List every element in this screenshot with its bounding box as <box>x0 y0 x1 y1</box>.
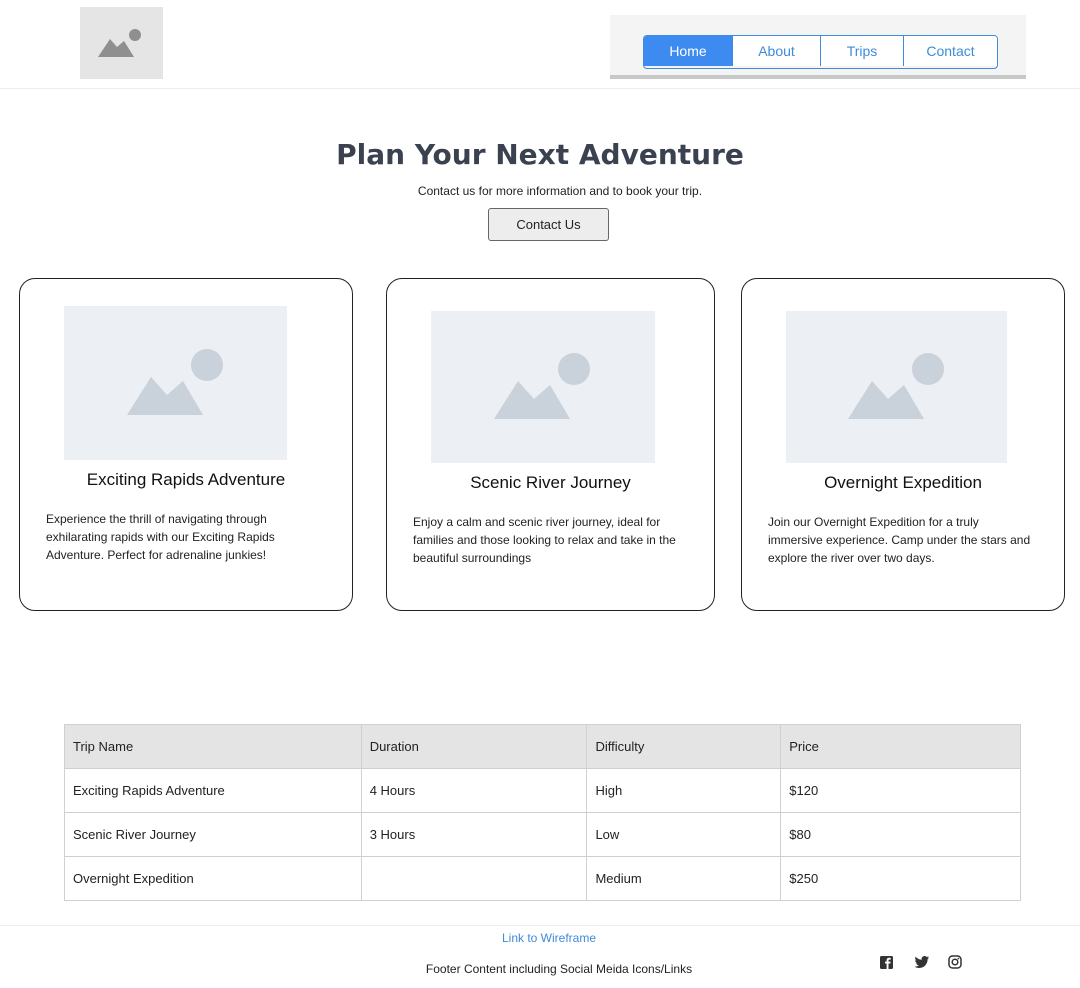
nav-menu: Home About Trips Contact <box>643 35 998 69</box>
table-row: Exciting Rapids Adventure 4 Hours High $… <box>64 768 1021 813</box>
table-cell: $80 <box>780 812 1021 857</box>
nav-trips[interactable]: Trips <box>821 36 904 66</box>
nav-home[interactable]: Home <box>644 36 733 66</box>
image-placeholder-icon <box>98 29 141 57</box>
table-cell: $250 <box>780 856 1021 901</box>
trips-table: Trip Name Duration Difficulty Price Exci… <box>64 724 1021 901</box>
card-image <box>786 311 1007 463</box>
column-header: Difficulty <box>586 724 782 769</box>
table-cell <box>360 856 588 901</box>
nav-contact[interactable]: Contact <box>904 36 997 66</box>
table-cell: Scenic River Journey <box>64 812 362 857</box>
column-header: Price <box>780 724 1021 769</box>
table-cell: Medium <box>586 856 782 901</box>
table-cell: High <box>586 768 782 813</box>
image-placeholder-icon <box>847 353 944 419</box>
card-title: Scenic River Journey <box>470 473 631 492</box>
twitter-icon[interactable] <box>914 954 930 970</box>
trip-card-overnight: Overnight Expedition Join our Overnight … <box>741 278 1065 611</box>
logo[interactable] <box>80 7 163 79</box>
instagram-icon[interactable] <box>947 954 963 970</box>
card-description: Experience the thrill of navigating thro… <box>46 512 275 562</box>
nav-bar: Home About Trips Contact <box>610 15 1026 79</box>
table-cell: Overnight Expedition <box>64 856 362 901</box>
footer: Link to Wireframe Footer Content includi… <box>0 925 1080 988</box>
contact-us-button[interactable]: Contact Us <box>488 208 609 241</box>
facebook-icon[interactable] <box>879 954 895 970</box>
column-header: Duration <box>360 724 588 769</box>
table-cell: $120 <box>780 768 1021 813</box>
image-placeholder-icon <box>126 349 223 415</box>
table-header-row: Trip Name Duration Difficulty Price <box>64 724 1021 769</box>
image-placeholder-icon <box>494 353 590 419</box>
table-row: Overnight Expedition Medium $250 <box>64 856 1021 901</box>
wireframe-link[interactable]: Link to Wireframe <box>0 931 1080 945</box>
card-description: Join our Overnight Expedition for a trul… <box>768 515 1031 565</box>
column-header: Trip Name <box>64 724 362 769</box>
trip-card-rapids: Exciting Rapids Adventure Experience the… <box>19 278 353 611</box>
card-image <box>64 306 287 460</box>
table-cell: 4 Hours <box>360 768 588 813</box>
header: Home About Trips Contact <box>0 0 1080 89</box>
card-image <box>431 311 655 463</box>
table-row: Scenic River Journey 3 Hours Low $80 <box>64 812 1021 857</box>
hero-subtitle: Contact us for more information and to b… <box>417 184 703 198</box>
trip-card-scenic: Scenic River Journey Enjoy a calm and sc… <box>386 278 715 611</box>
card-title: Overnight Expedition <box>824 473 982 492</box>
card-description: Enjoy a calm and scenic river journey, i… <box>413 515 676 565</box>
table-cell: Low <box>586 812 782 857</box>
table-cell: Exciting Rapids Adventure <box>64 768 362 813</box>
page-title: Plan Your Next Adventure <box>336 138 744 171</box>
nav-about[interactable]: About <box>733 36 821 66</box>
card-title: Exciting Rapids Adventure <box>86 470 286 489</box>
table-cell: 3 Hours <box>360 812 588 857</box>
